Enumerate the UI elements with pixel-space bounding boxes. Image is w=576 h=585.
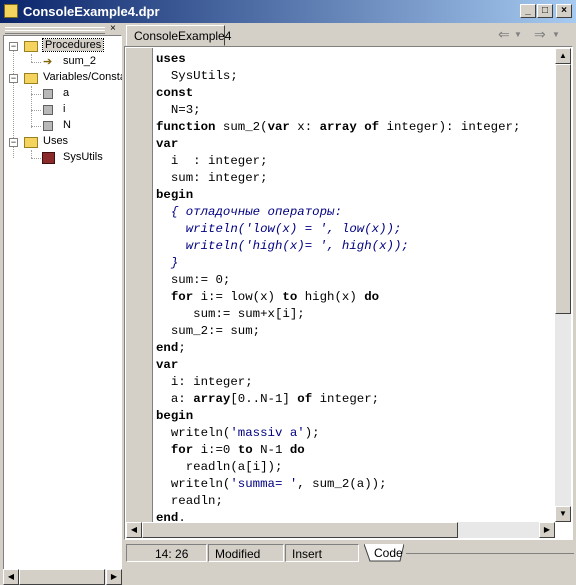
code-line[interactable]: for i:= low(x) to high(x) do [156, 289, 379, 306]
editor-tab-bar: ConsoleExample4 ⇐ ▼ ⇒ ▼ [124, 24, 576, 46]
back-arrow-icon[interactable]: ⇐ [498, 26, 510, 43]
maximize-button[interactable]: □ [537, 4, 553, 18]
tab-console-example4[interactable]: ConsoleExample4 [126, 25, 231, 46]
scroll-down-icon[interactable]: ▼ [555, 506, 571, 522]
tree-item-label: Uses [43, 135, 69, 147]
scroll-left-icon[interactable]: ◀ [3, 569, 19, 585]
code-line[interactable]: const [156, 85, 193, 102]
scroll-thumb[interactable] [19, 569, 105, 585]
code-line[interactable]: writeln('massiv a'); [156, 425, 320, 442]
code-line[interactable]: a: array[0..N-1] of integer; [156, 391, 379, 408]
grip-bar[interactable] [5, 30, 105, 34]
scroll-thumb[interactable] [142, 522, 458, 538]
folder-icon [24, 137, 38, 148]
explorer-horizontal-scrollbar[interactable]: ◀ ▶ [3, 569, 122, 585]
forward-arrow-icon[interactable]: ⇒ [534, 26, 546, 43]
variable-icon [43, 89, 53, 99]
tree-item-label: Procedures [41, 38, 105, 52]
folder-icon [24, 41, 38, 52]
code-area[interactable]: uses SysUtils; const N=3; function sum_2(v… [156, 51, 554, 523]
tree-item-a[interactable]: a [4, 86, 122, 102]
editor-gutter[interactable] [126, 48, 153, 522]
code-line[interactable]: i: integer; [156, 374, 253, 391]
code-line[interactable]: sum:= 0; [156, 272, 231, 289]
code-line[interactable]: sum_2:= sum; [156, 323, 260, 340]
tree-item-procedures[interactable]: − Procedures [4, 38, 122, 54]
tree-item-sysutils[interactable]: SysUtils [4, 150, 122, 166]
collapse-icon[interactable]: − [9, 74, 18, 83]
close-explorer-icon[interactable]: × [110, 23, 116, 34]
code-line[interactable]: { отладочные операторы: [156, 204, 342, 221]
code-line[interactable]: } [156, 255, 178, 272]
status-divider [406, 553, 574, 554]
explorer-tree: − Procedures ➔ sum_2 − Variables/Constan… [3, 35, 122, 570]
code-line[interactable]: var [156, 357, 178, 374]
code-line[interactable]: sum:= sum+x[i]; [156, 306, 305, 323]
code-editor[interactable]: uses SysUtils; const N=3; function sum_2(v… [124, 46, 573, 540]
tree-item-label: Variables/Constants [43, 71, 122, 83]
variable-icon [43, 121, 53, 131]
folder-icon [24, 73, 38, 84]
code-line[interactable]: end; [156, 340, 186, 357]
code-line[interactable]: sum: integer; [156, 170, 268, 187]
tree-item-label: i [63, 103, 66, 115]
code-explorer: × − Procedures ➔ sum_2 − Variables/Const… [3, 23, 122, 585]
chevron-down-icon[interactable]: ▼ [552, 30, 560, 39]
code-line[interactable]: writeln('high(x)= ', high(x)); [156, 238, 409, 255]
navigation-arrows: ⇐ ▼ ⇒ ▼ [494, 26, 574, 44]
editor-vertical-scrollbar[interactable]: ▲ ▼ [555, 48, 571, 522]
status-bar: 14: 26 Modified Insert Code [124, 543, 576, 563]
close-button[interactable]: × [556, 4, 572, 18]
tree-item-i[interactable]: i [4, 102, 122, 118]
scroll-up-icon[interactable]: ▲ [555, 48, 571, 64]
app-icon [4, 4, 18, 18]
collapse-icon[interactable]: − [9, 138, 18, 147]
code-line[interactable]: var [156, 136, 178, 153]
code-tab-label: Code [374, 546, 403, 560]
title-bar[interactable]: ConsoleExample4.dpr _ □ × [0, 0, 576, 23]
code-explorer-header: × [3, 23, 122, 34]
scroll-left-icon[interactable]: ◀ [126, 522, 142, 538]
unit-icon [42, 152, 55, 164]
tree-item-label: N [63, 119, 71, 131]
procedure-icon: ➔ [43, 56, 53, 68]
variable-icon [43, 105, 53, 115]
code-line[interactable]: function sum_2(var x: array of integer):… [156, 119, 520, 136]
code-line[interactable]: readln; [156, 493, 223, 510]
code-line[interactable]: i : integer; [156, 153, 268, 170]
tree-item-uses[interactable]: − Uses [4, 134, 122, 150]
collapse-icon[interactable]: − [9, 42, 18, 51]
code-line[interactable]: writeln('summa= ', sum_2(a)); [156, 476, 387, 493]
insert-mode-indicator: Insert [285, 544, 359, 562]
tab-code[interactable]: Code [364, 544, 404, 562]
code-line[interactable]: N=3; [156, 102, 201, 119]
scroll-right-icon[interactable]: ▶ [106, 569, 122, 585]
editor-horizontal-scrollbar[interactable]: ◀ ▶ [126, 522, 555, 538]
modified-indicator: Modified [208, 544, 284, 562]
scroll-right-icon[interactable]: ▶ [539, 522, 555, 538]
code-line[interactable]: readln(a[i]); [156, 459, 283, 476]
tree-item-label: a [63, 87, 70, 99]
code-line[interactable]: writeln('low(x) = ', low(x)); [156, 221, 402, 238]
code-line[interactable]: begin [156, 408, 193, 425]
chevron-down-icon[interactable]: ▼ [514, 30, 522, 39]
code-line[interactable]: begin [156, 187, 193, 204]
code-line[interactable]: SysUtils; [156, 68, 238, 85]
tree-item-sum-2[interactable]: ➔ sum_2 [4, 54, 122, 70]
tree-item-variables-constants[interactable]: − Variables/Constants [4, 70, 122, 86]
code-line[interactable]: for i:=0 to N-1 do [156, 442, 305, 459]
tree-item-n[interactable]: N [4, 118, 122, 134]
tree-item-label: SysUtils [63, 151, 103, 163]
code-line[interactable]: uses [156, 51, 186, 68]
cursor-position: 14: 26 [126, 544, 207, 562]
window-title: ConsoleExample4.dpr [23, 4, 160, 19]
tree-item-label: sum_2 [63, 55, 97, 67]
scroll-thumb[interactable] [555, 64, 571, 314]
minimize-button[interactable]: _ [520, 4, 536, 18]
